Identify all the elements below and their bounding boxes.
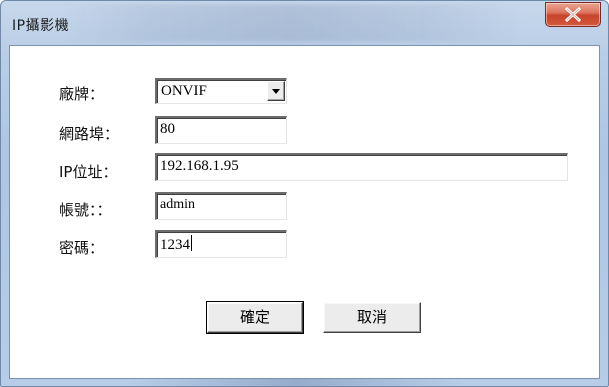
brand-selected-value: ONVIF [161,83,207,99]
ip-camera-dialog: IP攝影機 廠牌： ONVIF 網路埠： 80 IP位址： 192.168.1.… [0,0,609,387]
password-value: 1234 [160,237,190,253]
chevron-down-icon [272,89,280,94]
port-input[interactable]: 80 [155,116,287,144]
account-input[interactable]: admin [155,192,287,220]
brand-label: 廠牌： [59,85,105,103]
password-input[interactable]: 1234 [155,230,287,258]
close-button[interactable] [545,2,601,27]
brand-dropdown-button[interactable] [267,81,285,101]
text-caret [191,235,192,251]
window-title: IP攝影機 [12,18,70,34]
dialog-client-area: 廠牌： ONVIF 網路埠： 80 IP位址： 192.168.1.95 帳號：… [9,45,600,379]
account-label: 帳號：： [59,201,112,219]
brand-select[interactable]: ONVIF [155,78,287,104]
ip-address-label: IP位址： [59,163,118,181]
close-icon [564,6,582,23]
ok-button[interactable]: 確定 [206,301,304,334]
cancel-button[interactable]: 取消 [323,302,421,333]
title-bar[interactable]: IP攝影機 [1,1,608,43]
password-label: 密碼： [59,239,105,257]
ip-address-input[interactable]: 192.168.1.95 [155,153,568,181]
port-label: 網路埠： [59,125,120,143]
bottom-border-shade [131,379,461,386]
